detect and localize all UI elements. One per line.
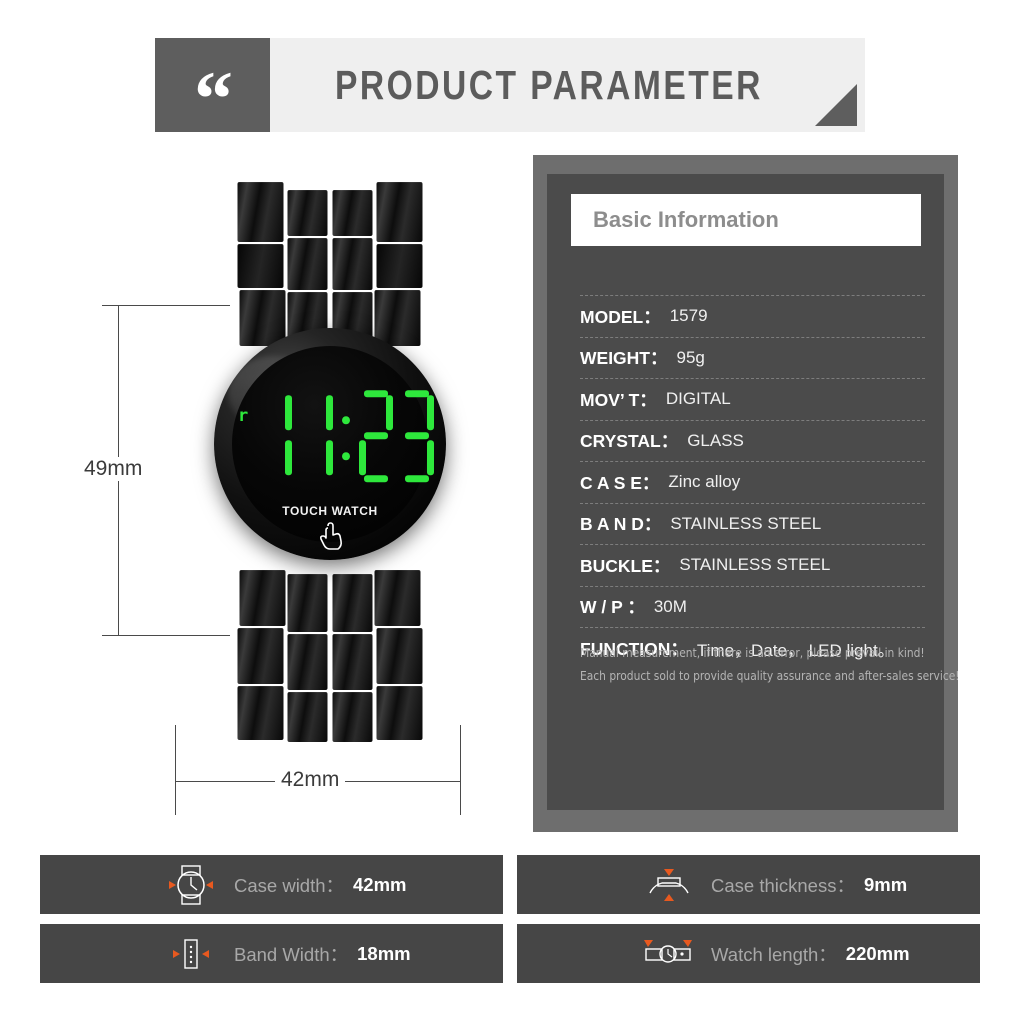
feature-band-width: Band Width： 18mm bbox=[40, 924, 503, 983]
watch-crystal: r TOUCH WATCH bbox=[232, 346, 434, 550]
band-width-icon bbox=[148, 932, 234, 976]
feature-label: Watch length： bbox=[711, 943, 837, 965]
spec-row: MODEL： 1579 bbox=[580, 295, 925, 337]
spec-key: WEIGHT： bbox=[580, 348, 668, 369]
spec-row: C A S E： Zinc alloy bbox=[580, 461, 925, 503]
watch-brand-text: TOUCH WATCH bbox=[282, 504, 378, 518]
spec-key: C A S E： bbox=[580, 472, 660, 493]
pointing-hand-icon bbox=[317, 522, 343, 552]
led-display: r bbox=[238, 390, 434, 486]
spec-row: WEIGHT： 95g bbox=[580, 336, 925, 379]
watch-thickness-icon bbox=[625, 863, 711, 907]
spec-key: MODEL： bbox=[580, 306, 661, 327]
led-digit bbox=[258, 390, 292, 482]
feature-value: 18mm bbox=[357, 942, 411, 964]
watch-length-icon bbox=[625, 932, 711, 976]
spec-row: W / P ： 30M bbox=[580, 585, 925, 628]
feature-watch-length: Watch length： 220mm bbox=[517, 924, 980, 983]
spec-key: BUCKLE： bbox=[580, 555, 671, 576]
spec-value: Zinc alloy bbox=[668, 472, 741, 492]
spec-value: 1579 bbox=[669, 306, 708, 326]
feature-label: Case width： bbox=[234, 874, 345, 896]
led-digit bbox=[400, 390, 434, 483]
width-dimension-label: 42mm bbox=[275, 768, 346, 792]
spec-value: STAINLESS STEEL bbox=[679, 555, 831, 575]
product-image-area: 49mm 42mm r TOUCH WATCH bbox=[60, 160, 510, 820]
watch-product-photo: r TOUCH WATCH bbox=[214, 180, 446, 742]
watch-face-icon bbox=[148, 863, 234, 907]
feature-bars: Case width： 42mm Case thickness： 9mm Ban… bbox=[40, 855, 980, 983]
feature-case-width: Case width： 42mm bbox=[40, 855, 503, 914]
spec-value: GLASS bbox=[687, 430, 744, 450]
spec-value: STAINLESS STEEL bbox=[670, 513, 822, 533]
spec-key: CRYSTAL： bbox=[580, 431, 679, 452]
dimension-tick-bottom bbox=[102, 635, 230, 636]
led-digit bbox=[299, 390, 333, 482]
watch-band-bottom bbox=[237, 570, 423, 750]
spec-key: W / P ： bbox=[580, 597, 645, 618]
spec-row: B A N D： STAINLESS STEEL bbox=[580, 502, 925, 545]
spec-key: B A N D： bbox=[580, 514, 662, 535]
height-dimension-label: 49mm bbox=[78, 457, 149, 481]
spec-row: MOV’ T： DIGITAL bbox=[580, 378, 925, 420]
led-indicator: r bbox=[238, 406, 249, 427]
led-digit bbox=[359, 390, 393, 483]
spec-disclaimer: Manual measurement, if there is an error… bbox=[580, 627, 960, 687]
corner-triangle-icon bbox=[815, 84, 857, 126]
led-digits bbox=[258, 390, 434, 483]
feature-label: Case thickness： bbox=[711, 874, 855, 896]
feature-label: Band Width： bbox=[234, 943, 349, 965]
spec-panel-title: Basic Information bbox=[571, 194, 921, 246]
quote-badge: “ bbox=[155, 38, 270, 142]
width-tick-left bbox=[175, 725, 176, 815]
spec-key: MOV’ T： bbox=[580, 389, 657, 410]
feature-case-thickness: Case thickness： 9mm bbox=[517, 855, 980, 914]
disclaimer-line-1: Manual measurement, if there is an error… bbox=[580, 645, 925, 660]
page-header: “ PRODUCT PARAMETER bbox=[155, 38, 865, 142]
spec-value: DIGITAL bbox=[665, 389, 731, 409]
width-tick-right bbox=[460, 725, 461, 815]
spec-panel: Basic Information MODEL： 1579 WEIGHT： 95… bbox=[533, 155, 960, 832]
spec-table: MODEL： 1579 WEIGHT： 95g MOV’ T： DIGITAL … bbox=[580, 295, 925, 669]
watch-case: r TOUCH WATCH bbox=[214, 328, 446, 560]
feature-value: 9mm bbox=[863, 873, 908, 895]
led-colon bbox=[340, 390, 352, 482]
spec-row: BUCKLE： STAINLESS STEEL bbox=[580, 544, 925, 586]
dimension-tick-top bbox=[102, 305, 230, 306]
spec-row: CRYSTAL： GLASS bbox=[580, 419, 925, 462]
page-title: PRODUCT PARAMETER bbox=[335, 61, 763, 108]
feature-value: 42mm bbox=[353, 873, 407, 895]
quote-mark-icon: “ bbox=[194, 55, 233, 142]
spec-value: 95g bbox=[676, 347, 705, 367]
disclaimer-line-2: Each product sold to provide quality ass… bbox=[580, 668, 960, 684]
feature-value: 220mm bbox=[845, 942, 910, 964]
spec-value: 30M bbox=[653, 596, 687, 616]
